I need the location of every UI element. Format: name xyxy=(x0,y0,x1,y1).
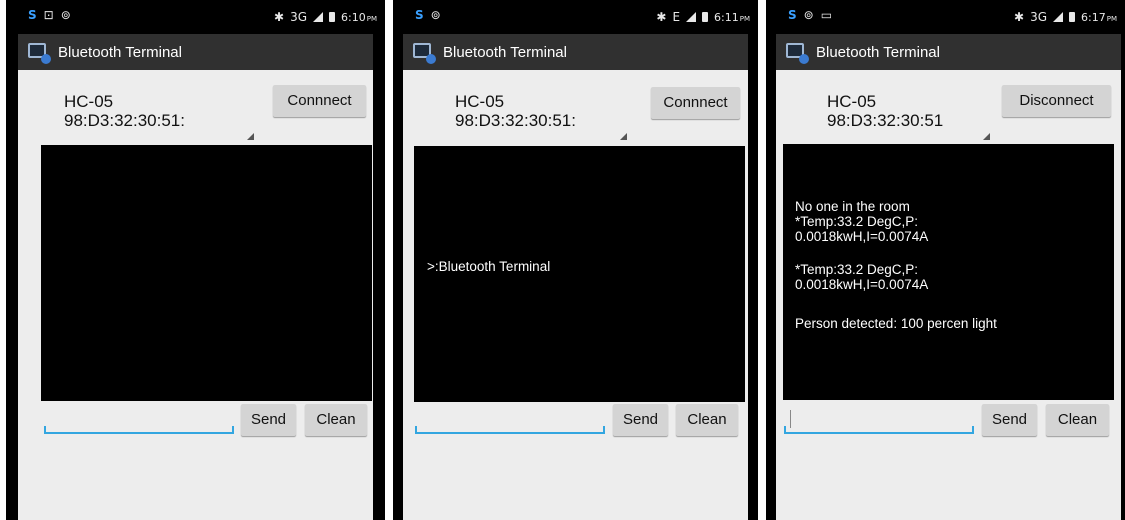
clean-button[interactable]: Clean xyxy=(676,404,738,436)
terminal-line: >:Bluetooth Terminal xyxy=(427,259,551,274)
battery-icon xyxy=(1069,12,1076,22)
connect-button[interactable]: Connnect xyxy=(651,87,740,119)
action-bar: Bluetooth Terminal xyxy=(776,34,1121,70)
send-button[interactable]: Send xyxy=(982,404,1037,436)
app-logo-icon: S xyxy=(788,8,797,22)
terminal-output xyxy=(41,145,372,401)
hotspot-icon: ⊚ xyxy=(60,8,71,22)
status-bar: S ⊡ ⊚ ✱ 3G 6:10PM xyxy=(6,0,385,34)
action-bar: Bluetooth Terminal xyxy=(18,34,373,70)
app-title: Bluetooth Terminal xyxy=(58,43,182,61)
phone-screen-1: S ⊡ ⊚ ✱ 3G 6:10PM Bluetooth Terminal HC-… xyxy=(6,0,385,520)
terminal-line: 0.0018kwH,I=0.0074A xyxy=(795,229,929,244)
phone-screen-2: S ⊚ ✱ E 6:11PM Bluetooth Terminal HC-05 … xyxy=(393,0,758,520)
terminal-line: *Temp:33.2 DegC,P: xyxy=(795,262,919,277)
device-name: HC-05 xyxy=(64,92,114,111)
connect-button[interactable]: Connnect xyxy=(273,85,366,117)
hotspot-icon: ⊚ xyxy=(803,8,814,22)
clock-ampm: PM xyxy=(366,14,377,23)
text-cursor xyxy=(790,410,791,428)
device-spinner[interactable]: HC-05 98:D3:32:30:51: xyxy=(64,92,254,139)
device-spinner[interactable]: HC-05 98:D3:32:30:51: xyxy=(455,92,645,139)
message-input[interactable] xyxy=(44,426,234,434)
message-input[interactable] xyxy=(415,426,605,434)
signal-icon xyxy=(1053,12,1064,22)
clock-time: 6:11 xyxy=(714,10,739,24)
network-type: 3G xyxy=(290,10,308,24)
network-type: E xyxy=(672,10,681,24)
app-title: Bluetooth Terminal xyxy=(816,43,940,61)
terminal-line: No one in the room xyxy=(795,199,910,214)
disconnect-button[interactable]: Disconnect xyxy=(1002,85,1111,117)
hotspot-icon: ⊚ xyxy=(430,8,441,22)
spinner-arrow-icon[interactable] xyxy=(983,133,990,140)
status-bar: S ⊚ ▭ ✱ 3G 6:17PM xyxy=(766,0,1125,34)
terminal-output: No one in the room *Temp:33.2 DegC,P: 0.… xyxy=(783,144,1114,400)
terminal-output: >:Bluetooth Terminal xyxy=(414,146,745,402)
device-address: 98:D3:32:30:51: xyxy=(455,111,576,130)
spinner-arrow-icon[interactable] xyxy=(247,133,254,140)
main-content: HC-05 98:D3:32:30:51: Connnect Send Clea… xyxy=(18,70,373,520)
message-input[interactable] xyxy=(784,426,974,434)
bluetooth-icon: ✱ xyxy=(656,10,667,24)
spinner-arrow-icon[interactable] xyxy=(620,133,627,140)
app-logo-icon: S xyxy=(28,8,37,22)
status-bar: S ⊚ ✱ E 6:11PM xyxy=(393,0,758,34)
battery-icon xyxy=(702,12,709,22)
device-spinner[interactable]: HC-05 98:D3:32:30:51 xyxy=(827,92,1017,139)
signal-icon xyxy=(313,12,324,22)
device-name: HC-05 xyxy=(827,92,877,111)
clean-button[interactable]: Clean xyxy=(305,404,367,436)
bluetooth-icon: ✱ xyxy=(1014,10,1025,24)
clean-button[interactable]: Clean xyxy=(1046,404,1109,436)
app-title: Bluetooth Terminal xyxy=(443,43,567,61)
image-notification-icon: ▭ xyxy=(820,8,833,22)
device-address: 98:D3:32:30:51: xyxy=(64,111,185,130)
terminal-line: Person detected: 100 percen light xyxy=(795,316,997,331)
signal-icon xyxy=(686,12,697,22)
clock-time: 6:10 xyxy=(341,10,366,24)
bluetooth-icon: ✱ xyxy=(274,10,285,24)
terminal-app-icon xyxy=(786,43,809,64)
clock-ampm: PM xyxy=(1106,14,1117,23)
send-button[interactable]: Send xyxy=(241,404,296,436)
action-bar: Bluetooth Terminal xyxy=(403,34,748,70)
app-logo-icon: S xyxy=(415,8,424,22)
network-type: 3G xyxy=(1030,10,1048,24)
phone-screen-3: S ⊚ ▭ ✱ 3G 6:17PM Bluetooth Terminal HC-… xyxy=(766,0,1125,520)
main-content: HC-05 98:D3:32:30:51: Connnect >:Bluetoo… xyxy=(403,70,748,520)
device-name: HC-05 xyxy=(455,92,505,111)
terminal-app-icon xyxy=(28,43,51,64)
lock-icon: ⊡ xyxy=(43,8,54,22)
clock-ampm: PM xyxy=(739,14,750,23)
send-button[interactable]: Send xyxy=(613,404,668,436)
main-content: HC-05 98:D3:32:30:51 Disconnect No one i… xyxy=(776,70,1121,520)
terminal-line: *Temp:33.2 DegC,P: xyxy=(795,214,919,229)
terminal-app-icon xyxy=(413,43,436,64)
terminal-line: 0.0018kwH,I=0.0074A xyxy=(795,277,929,292)
clock-time: 6:17 xyxy=(1081,10,1106,24)
battery-icon xyxy=(329,12,336,22)
